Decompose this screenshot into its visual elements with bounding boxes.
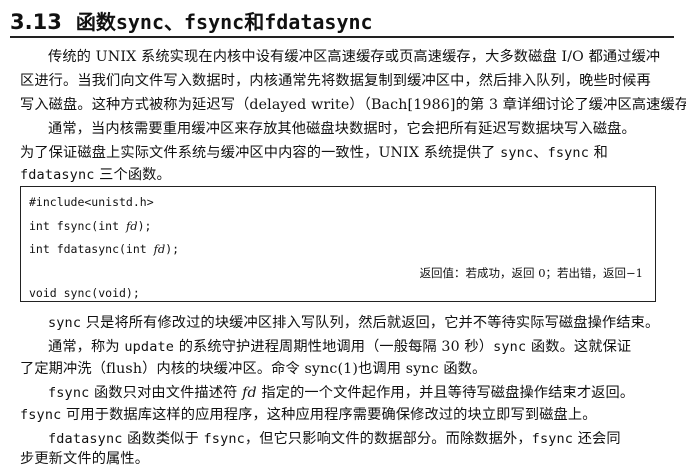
para5-line2: fsync 可用于数据库这样的应用程序，这种应用程序需要确保修改过的块立即写到磁… xyxy=(20,404,680,426)
para1-line3: 写入磁盘。这种方式被称为延迟写（delayed write）（Bach[1986… xyxy=(20,97,686,113)
para2-line3: fdatasync 三个函数。 xyxy=(20,164,680,186)
text: 函数。这就保证 xyxy=(526,339,632,355)
para4-line1: 通常，称为 update 的系统守护进程周期性地调用（一般每隔 30 秒）syn… xyxy=(48,336,686,358)
code-sync: sync xyxy=(493,339,527,355)
code-sync: sync xyxy=(48,315,82,331)
heading-text: 函数 xyxy=(75,10,116,34)
para4-line2: 了定期冲洗（flush）内核的块缓冲区。命令 sync(1)也调用 sync 函… xyxy=(20,361,487,377)
text: 三个函数。 xyxy=(94,167,171,183)
include-line: #include<unistd.h> xyxy=(29,195,154,209)
text: 为了保证磁盘上实际文件系统与缓冲区中内容的一致性，UNIX 系统提供了 xyxy=(20,145,501,161)
fsync-prototype: int fsync(int fd); xyxy=(29,219,151,233)
code: int fdatasync(int xyxy=(29,242,154,256)
para2-line1: 通常，当内核需要重用缓冲区来存放其他磁盘块数据时，它会把所有延迟写数据块写入磁盘… xyxy=(48,121,636,137)
code-update: update xyxy=(124,339,175,355)
para6-line2: 步更新文件的属性。 xyxy=(20,451,150,467)
code-fdatasync: fdatasync xyxy=(48,431,123,447)
para5-line1: fsync 函数只对由文件描述符 fd 指定的一个文件起作用，并且等待写磁盘操作… xyxy=(48,382,686,404)
code-fdatasync: fdatasync xyxy=(20,167,95,183)
param-fd: fd xyxy=(153,242,166,256)
text: 指定的一个文件起作用，并且等待写磁盘操作结束才返回。 xyxy=(256,385,635,401)
heading-func-fsync: fsync xyxy=(184,10,245,34)
para6-line1: fdatasync 函数类似于 fsync，但它只影响文件的数据部分。而除数据外… xyxy=(48,428,686,450)
text: 、 xyxy=(533,145,548,161)
text: 可用于数据库这样的应用程序，这种应用程序需要确保修改过的块立即写到磁盘上。 xyxy=(61,407,597,423)
code-fsync: fsync xyxy=(547,145,589,161)
sync-prototype: void sync(void); xyxy=(29,286,140,300)
code-fsync: fsync xyxy=(48,385,90,401)
text: 函数只对由文件描述符 xyxy=(89,385,243,401)
para3-line1: sync 只是将所有修改过的块缓冲区排入写队列，然后就返回，它并不等待实际写磁盘… xyxy=(48,312,686,334)
section-heading: 3.13 函数 sync 、 fsync 和 fdatasync xyxy=(10,6,373,34)
heading-sep: 、 xyxy=(164,10,184,34)
heading-rule xyxy=(10,36,674,38)
fdatasync-prototype: int fdatasync(int fd); xyxy=(29,242,179,256)
text: 和 xyxy=(588,145,608,161)
function-prototype-box: #include<unistd.h> int fsync(int fd); in… xyxy=(20,186,656,302)
param-fd: fd xyxy=(125,219,138,233)
code-fsync: fsync xyxy=(203,431,245,447)
text: 还会同 xyxy=(573,431,621,447)
text: 通常，称为 xyxy=(48,339,125,355)
code: ); xyxy=(165,242,180,256)
text: 只是将所有修改过的块缓冲区排入写队列，然后就返回，它并不等待实际写磁盘操作结束。 xyxy=(81,315,660,331)
para2-line2: 为了保证磁盘上实际文件系统与缓冲区中内容的一致性，UNIX 系统提供了 sync… xyxy=(20,142,680,164)
text: 函数类似于 xyxy=(122,431,204,447)
code-fsync: fsync xyxy=(531,431,574,447)
para1-line2: 区进行。当我们向文件写入数据时，内核通常先将数据复制到缓冲区中，然后排入队列，晚… xyxy=(20,73,651,89)
return-value-note: 返回值：若成功，返回 0；若出错，返回−1 xyxy=(419,266,643,280)
heading-sep: 和 xyxy=(244,10,265,34)
code: ); xyxy=(137,219,152,233)
text: ，但它只影响文件的数据部分。而除数据外， xyxy=(244,431,532,447)
heading-func-fdatasync: fdatasync xyxy=(264,10,373,34)
code-fsync: fsync xyxy=(20,407,62,423)
section-number: 3.13 xyxy=(10,10,62,34)
code: int fsync(int xyxy=(29,219,126,233)
text: 的系统守护进程周期性地调用（一般每隔 30 秒） xyxy=(174,339,494,355)
para1-line1: 传统的 UNIX 系统实现在内核中设有缓冲区高速缓存或页高速缓存，大多数磁盘 I… xyxy=(48,49,661,65)
code-sync: sync xyxy=(500,145,534,161)
heading-func-sync: sync xyxy=(115,10,164,34)
param-fd: fd xyxy=(242,385,257,401)
